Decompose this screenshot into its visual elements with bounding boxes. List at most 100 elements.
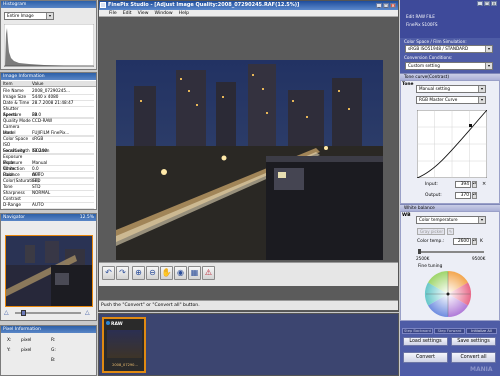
initialize-all-button[interactable]: Initialize All: [466, 328, 497, 334]
panel-close-icon[interactable]: ×: [491, 1, 497, 6]
color-temp-slider-handle[interactable]: [418, 249, 421, 254]
pixel-cell: X:: [7, 338, 12, 343]
pixel-row: X: pixel R:: [7, 338, 93, 343]
navigator-panel: Navigator 12.5% △ △: [0, 213, 97, 321]
input-field[interactable]: 394: [455, 181, 471, 188]
pixel-cell: G:: [51, 348, 56, 353]
pixel-row: Y: pixel G:: [7, 348, 93, 353]
column-item: Item: [3, 81, 13, 86]
color-temp-label: Color temp.:: [417, 239, 445, 244]
navigator-title-bar: Navigator 12.5%: [1, 214, 96, 221]
panel-minimize-icon[interactable]: _: [477, 1, 483, 6]
navigator-thumbnail[interactable]: [5, 235, 93, 307]
info-value: 2008_07290245...: [32, 88, 71, 93]
tone-curve-header[interactable]: Tone curve(Contrast): [400, 73, 500, 80]
chevron-down-icon: ▾: [478, 97, 485, 103]
menu-item-help[interactable]: Help: [179, 11, 189, 16]
eyedropper-icon[interactable]: ✎: [447, 228, 454, 235]
input-label: Input:: [425, 182, 438, 187]
rotate-left-icon[interactable]: ↶: [102, 266, 115, 280]
chevron-down-icon: ▾: [478, 86, 485, 92]
image-info-title-bar: Image Information: [1, 73, 96, 80]
status-bar: Push the "Convert" or "Convert all" butt…: [99, 300, 398, 310]
status-text: Push the "Convert" or "Convert all" butt…: [101, 303, 200, 308]
color-space-select[interactable]: sRGB ISO51948 / STANDARD ▾: [405, 45, 493, 53]
zoom-slider-handle[interactable]: [21, 310, 26, 316]
image-info-rows: File Name 2008_07290245... Image Size 5440 …: [1, 88, 96, 209]
zoom-max-icon[interactable]: △: [85, 309, 90, 316]
panel-maximize-icon[interactable]: □: [484, 1, 490, 6]
fine-tuning-label: Fine tuning: [418, 264, 443, 269]
thumbnail-label: 2008_07290...: [112, 363, 138, 367]
info-item: Contrast: [3, 196, 21, 201]
convert-button[interactable]: Convert: [403, 352, 448, 363]
color-temp-slider-track[interactable]: [418, 251, 484, 253]
output-field[interactable]: 370: [455, 192, 471, 199]
rotate-right-icon[interactable]: ↷: [116, 266, 129, 280]
load-settings-button[interactable]: Load settings: [403, 337, 448, 346]
input-stepper[interactable]: ▴▾: [472, 181, 477, 188]
pixel-info-title-bar: Pixel Information: [1, 326, 96, 333]
menu-item-view[interactable]: View: [138, 11, 149, 16]
histogram-title: Histogram: [3, 2, 27, 7]
menu-item-window[interactable]: Window: [155, 11, 173, 16]
color-temp-stepper[interactable]: ▴▾: [472, 238, 477, 245]
tone-label: Tone: [402, 82, 414, 87]
input-close-icon[interactable]: ×: [482, 181, 486, 187]
maximize-icon[interactable]: □: [383, 3, 389, 8]
tone-mode-select[interactable]: Manual setting ▾: [416, 85, 486, 93]
grid-icon[interactable]: ▦: [188, 266, 201, 280]
photo-preview[interactable]: [116, 60, 383, 260]
eye-icon[interactable]: ◉: [174, 266, 187, 280]
step-backward-button[interactable]: Step Backward: [402, 328, 433, 334]
minimize-icon[interactable]: _: [376, 3, 382, 8]
gray-picker-button[interactable]: Gray picker: [417, 228, 445, 235]
thumbnail-item[interactable]: RAW 2008_07290...: [102, 317, 146, 373]
conversion-label: Conversion Conditions:: [404, 55, 453, 60]
temp-min-label: 2500K: [416, 256, 430, 261]
chevron-down-icon: ▾: [46, 13, 53, 19]
hand-icon[interactable]: ✋: [160, 266, 173, 280]
info-item: File Name: [3, 88, 24, 93]
warning-icon[interactable]: ⚠: [202, 266, 215, 280]
info-value: NORMAL: [32, 190, 51, 195]
image-info-table-header: Item Value: [1, 81, 96, 87]
info-item: Quality Mode: [3, 118, 31, 123]
watermark: MANIA: [470, 366, 493, 373]
histogram-range-select[interactable]: Entire Image ▾: [4, 12, 54, 20]
histogram-range-value: Entire Image: [7, 13, 34, 18]
curve-channel-select[interactable]: RGB Master Curve ▾: [416, 96, 486, 104]
info-value: AUTO: [32, 202, 44, 207]
conversion-select[interactable]: Custom setting ▾: [405, 62, 493, 70]
save-settings-button[interactable]: Save settings: [451, 337, 496, 346]
info-value: STD: [32, 178, 41, 183]
close-icon[interactable]: ×: [390, 3, 396, 8]
thumbnail-strip: RAW 2008_07290...: [98, 313, 399, 376]
color-temp-field[interactable]: 2600: [453, 238, 471, 245]
fine-tuning-color-wheel[interactable]: [424, 270, 472, 318]
white-balance-header[interactable]: White balance: [400, 204, 500, 211]
menu-item-edit[interactable]: Edit: [123, 11, 132, 16]
wb-mode-select[interactable]: Color temperature ▾: [416, 216, 486, 224]
color-temp-unit: K: [480, 239, 483, 244]
output-label: Output:: [425, 193, 442, 198]
zoom-out-icon[interactable]: ⊖: [146, 266, 159, 280]
step-forward-button[interactable]: Step Forward: [434, 328, 465, 334]
tone-curve-graph[interactable]: [417, 110, 487, 178]
histogram-graph: [4, 24, 94, 67]
thumbnail-image: [107, 330, 142, 358]
window-title: FinePix Studio - [Adjust Image Quality:2…: [108, 2, 300, 8]
menu-item-file[interactable]: File: [109, 11, 117, 16]
info-value: 10.2mm: [32, 148, 50, 153]
pixel-info-panel: Pixel Information X: pixel R: Y: pixel G: B:: [0, 325, 97, 376]
main-title-bar: FinePix Studio - [Adjust Image Quality:2…: [99, 1, 398, 10]
zoom-min-icon[interactable]: △: [4, 309, 9, 316]
chevron-down-icon: ▾: [485, 63, 492, 69]
output-stepper[interactable]: ▴▾: [472, 192, 477, 199]
convert-all-button[interactable]: Convert all: [451, 352, 496, 363]
image-info-title: Image Information: [3, 74, 45, 79]
pixel-cell: pixel: [21, 348, 32, 353]
color-space-label: Color Space / Film Simulation:: [404, 39, 467, 44]
zoom-in-icon[interactable]: ⊕: [132, 266, 145, 280]
info-item: Date & Time: [3, 100, 30, 105]
